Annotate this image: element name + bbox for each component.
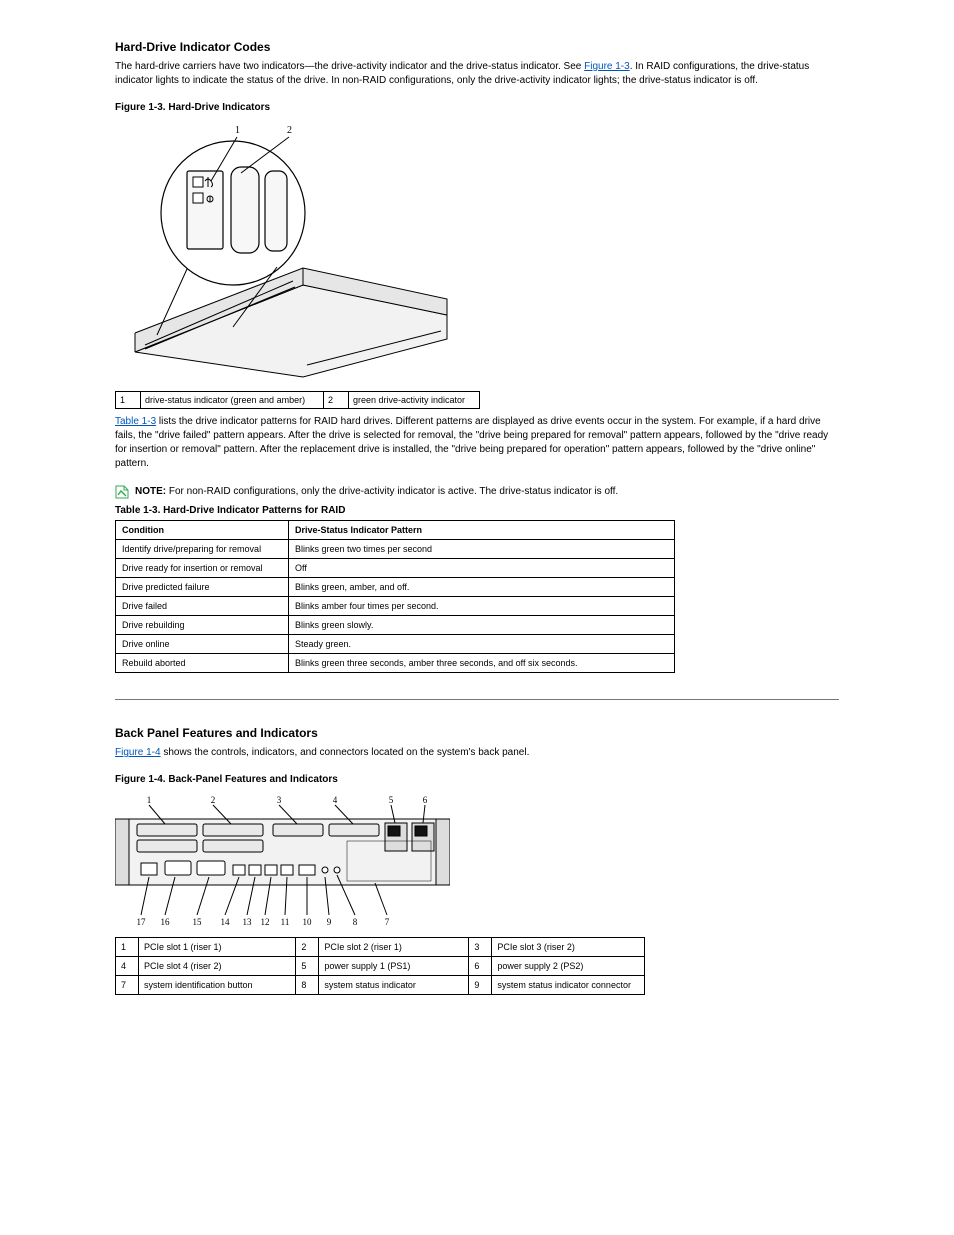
cell-cond: Identify drive/preparing for removal	[116, 540, 289, 559]
bc-num: 4	[116, 957, 139, 976]
callout-2-num: 2	[323, 392, 348, 409]
svg-text:4: 4	[333, 795, 338, 805]
cell-pat: Steady green.	[289, 635, 675, 654]
bc-text: PCIe slot 1 (riser 1)	[138, 938, 295, 957]
bc-num: 2	[296, 938, 319, 957]
svg-text:11: 11	[281, 917, 290, 927]
bc-num: 3	[469, 938, 492, 957]
bc-text: system status indicator connector	[492, 976, 645, 995]
paragraph-back-intro: Figure 1-4 shows the controls, indicator…	[115, 746, 839, 760]
table-row: Drive rebuildingBlinks green slowly.	[116, 616, 675, 635]
cell-cond: Drive online	[116, 635, 289, 654]
svg-text:13: 13	[243, 917, 253, 927]
section-divider	[115, 699, 839, 700]
cell-pat: Blinks green slowly.	[289, 616, 675, 635]
figure-1-4-image: 1 2 3 4 5 6 17 16 15 14 13 12 11 10 9 8 …	[115, 791, 450, 931]
bc-num: 1	[116, 938, 139, 957]
svg-text:1: 1	[235, 125, 240, 136]
svg-text:2: 2	[287, 125, 292, 136]
bc-text: system identification button	[138, 976, 295, 995]
figure-1-4-callout-table: 1 PCIe slot 1 (riser 1) 2 PCIe slot 2 (r…	[115, 937, 645, 995]
cell-pat: Blinks green two times per second	[289, 540, 675, 559]
cell-pat: Blinks green, amber, and off.	[289, 578, 675, 597]
figure-1-3-callout-table: 1 drive-status indicator (green and ambe…	[115, 391, 480, 409]
cell-pat: Off	[289, 559, 675, 578]
cell-cond: Rebuild aborted	[116, 654, 289, 673]
bc-num: 7	[116, 976, 139, 995]
table-row: 1 PCIe slot 1 (riser 1) 2 PCIe slot 2 (r…	[116, 938, 645, 957]
svg-text:14: 14	[221, 917, 231, 927]
text-hd-intro-b: the drive-activity indicator and the dri…	[315, 61, 585, 72]
bc-num: 5	[296, 957, 319, 976]
svg-text:8: 8	[353, 917, 358, 927]
note-nonraid: NOTE: For non-RAID configurations, only …	[115, 485, 839, 499]
bc-text: PCIe slot 2 (riser 1)	[319, 938, 469, 957]
table-row: Drive failedBlinks amber four times per …	[116, 597, 675, 616]
table-row: 4 PCIe slot 4 (riser 2) 5 power supply 1…	[116, 957, 645, 976]
note-bold: NOTE:	[135, 486, 166, 497]
th-pattern: Drive-Status Indicator Pattern	[289, 521, 675, 540]
table-caption-b: Drive Indicator Patterns for RAID	[189, 505, 345, 516]
svg-text:15: 15	[193, 917, 203, 927]
text-raid-intro: lists the drive indicator patterns for R…	[115, 416, 828, 469]
callout-1-num: 1	[116, 392, 141, 409]
bc-text: PCIe slot 3 (riser 2)	[492, 938, 645, 957]
svg-text:12: 12	[261, 917, 270, 927]
note-icon	[115, 485, 129, 499]
table-caption-a: Table 1-3. Hard-	[115, 505, 189, 516]
svg-text:3: 3	[277, 795, 282, 805]
cell-cond: Drive rebuilding	[116, 616, 289, 635]
table-row: Rebuild abortedBlinks green three second…	[116, 654, 675, 673]
table-row: 7 system identification button 8 system …	[116, 976, 645, 995]
link-table-1-3[interactable]: Table 1-3	[115, 416, 156, 427]
callout-1-text: drive-status indicator (green and amber)	[141, 392, 324, 409]
table-row: Drive ready for insertion or removalOff	[116, 559, 675, 578]
cell-pat: Blinks amber four times per second.	[289, 597, 675, 616]
svg-text:2: 2	[211, 795, 216, 805]
table-1-3-caption: Table 1-3. Hard-Drive Indicator Patterns…	[115, 505, 839, 516]
note-body: For non-RAID configurations, only the dr…	[166, 486, 618, 497]
bc-text: power supply 2 (PS2)	[492, 957, 645, 976]
cell-cond: Drive failed	[116, 597, 289, 616]
bc-num: 8	[296, 976, 319, 995]
svg-text:9: 9	[327, 917, 332, 927]
bc-text: system status indicator	[319, 976, 469, 995]
figure-1-3-image: 1 2	[115, 117, 455, 385]
text-hd-intro-a: The hard-drive carriers have two indicat…	[115, 61, 305, 72]
table-1-3: Condition Drive-Status Indicator Pattern…	[115, 520, 675, 673]
svg-text:6: 6	[423, 795, 428, 805]
heading-hard-drive-codes: Hard-Drive Indicator Codes	[115, 40, 839, 54]
paragraph-raid-intro: Table 1-3 lists the drive indicator patt…	[115, 415, 839, 471]
heading-back-panel: Back Panel Features and Indicators	[115, 726, 839, 740]
svg-text:7: 7	[385, 917, 390, 927]
bc-num: 6	[469, 957, 492, 976]
link-figure-1-3[interactable]: Figure 1-3	[584, 61, 630, 72]
link-figure-1-4[interactable]: Figure 1-4	[115, 747, 161, 758]
cell-cond: Drive ready for insertion or removal	[116, 559, 289, 578]
paragraph-hd-intro: The hard-drive carriers have two indicat…	[115, 60, 839, 88]
figure-1-3-caption: Figure 1-3. Hard-Drive Indicators	[115, 102, 839, 113]
svg-text:1: 1	[147, 795, 152, 805]
table-row: Identify drive/preparing for removalBlin…	[116, 540, 675, 559]
text-back-intro: shows the controls, indicators, and conn…	[161, 747, 530, 758]
table-row: Drive predicted failureBlinks green, amb…	[116, 578, 675, 597]
th-condition: Condition	[116, 521, 289, 540]
bc-text: PCIe slot 4 (riser 2)	[138, 957, 295, 976]
figure-1-4-caption: Figure 1-4. Back-Panel Features and Indi…	[115, 774, 839, 785]
svg-text:16: 16	[161, 917, 171, 927]
table-row: Drive onlineSteady green.	[116, 635, 675, 654]
cell-cond: Drive predicted failure	[116, 578, 289, 597]
bc-num: 9	[469, 976, 492, 995]
svg-text:5: 5	[389, 795, 394, 805]
callout-2-text: green drive-activity indicator	[348, 392, 479, 409]
svg-text:10: 10	[303, 917, 313, 927]
note-text: NOTE: For non-RAID configurations, only …	[135, 485, 618, 499]
cell-pat: Blinks green three seconds, amber three …	[289, 654, 675, 673]
bc-text: power supply 1 (PS1)	[319, 957, 469, 976]
svg-text:17: 17	[137, 917, 147, 927]
